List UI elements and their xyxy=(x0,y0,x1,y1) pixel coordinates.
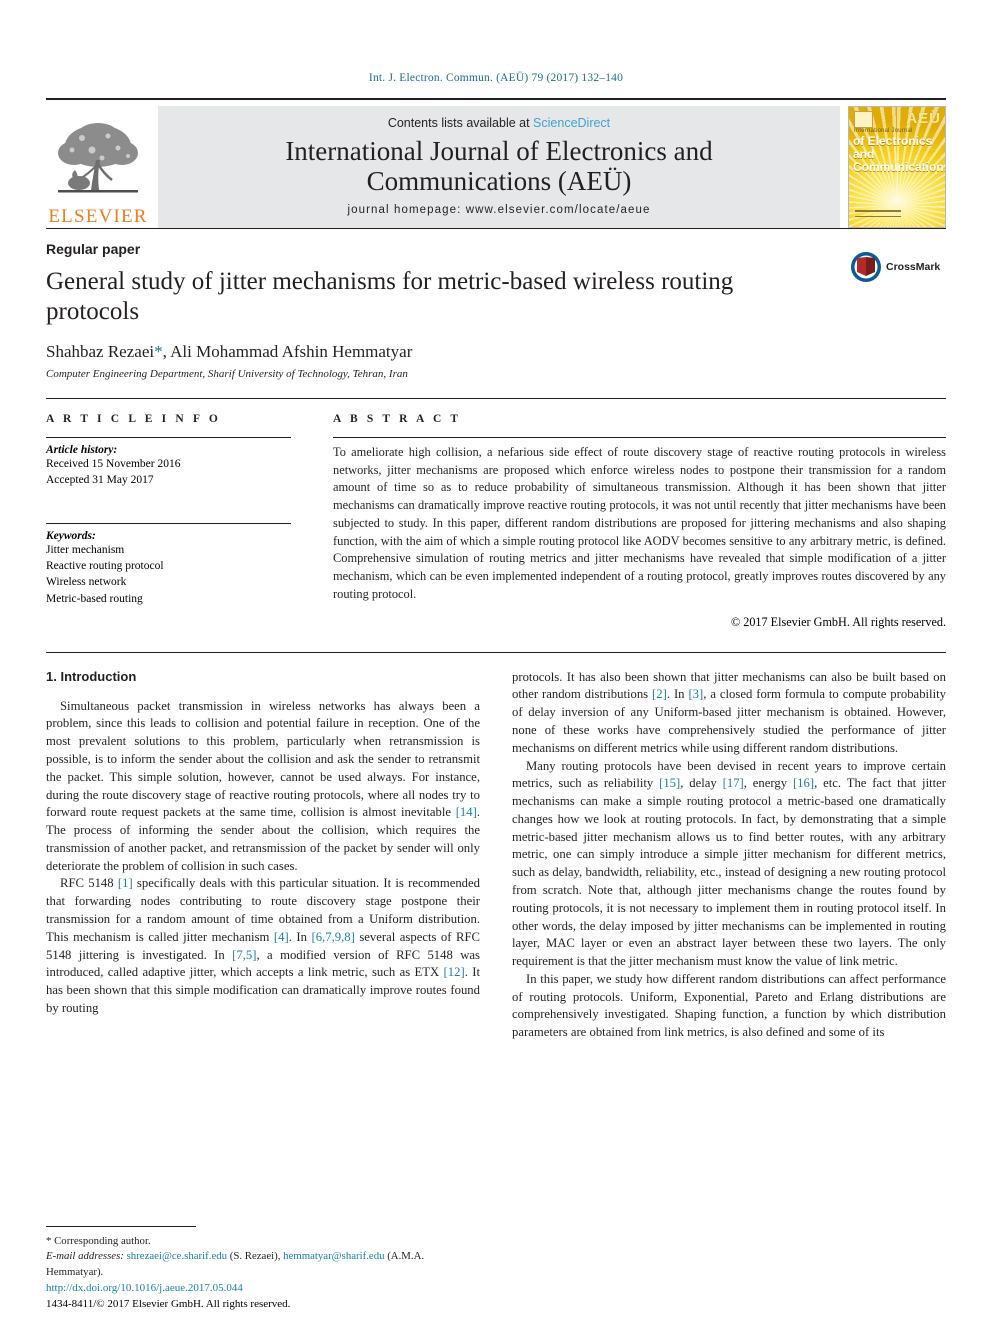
email-label: E-mail addresses: xyxy=(46,1250,124,1263)
cover-footer-lines xyxy=(855,210,901,221)
corresponding-author-marker[interactable]: * xyxy=(154,342,163,361)
body-columns: 1. Introduction Simultaneous packet tran… xyxy=(46,653,946,1042)
email-link-2[interactable]: hemmatyar@sharif.edu xyxy=(283,1250,384,1262)
journal-title-line1: International Journal of Electronics and xyxy=(285,135,713,166)
article-page: Int. J. Electron. Commun. (AEÜ) 79 (2017… xyxy=(0,0,992,1323)
body-paragraph: Simultaneous packet transmission in wire… xyxy=(46,698,480,873)
keyword-item: Wireless network xyxy=(46,576,127,589)
email-link-1[interactable]: shrezaei@ce.sharif.edu xyxy=(127,1250,227,1262)
sciencedirect-link[interactable]: ScienceDirect xyxy=(533,116,610,130)
contents-prefix: Contents lists available at xyxy=(387,115,534,130)
corresponding-author-note: * Corresponding author. xyxy=(46,1235,151,1248)
footnote-divider xyxy=(46,1226,196,1228)
elsevier-logo: ELSEVIER xyxy=(46,106,150,228)
citation-reference[interactable]: [12] xyxy=(444,965,465,979)
crossmark-icon xyxy=(851,252,881,282)
body-paragraph: Many routing protocols have been devised… xyxy=(512,758,947,969)
crossmark-label: CrossMark xyxy=(886,261,941,273)
body-paragraph: RFC 5148 [1] specifically deals with thi… xyxy=(46,876,480,1015)
abstract-heading: A B S T R A C T xyxy=(333,413,462,425)
journal-title-line2: Communications (AEÜ) xyxy=(366,166,632,196)
journal-homepage-link[interactable]: journal homepage: www.elsevier.com/locat… xyxy=(347,204,650,216)
body-paragraph: protocols. It has also been shown that j… xyxy=(512,669,946,755)
page-title: General study of jitter mechanisms for m… xyxy=(46,268,734,325)
article-info-rule xyxy=(46,437,291,438)
elsevier-wordmark: ELSEVIER xyxy=(48,206,148,227)
email-name-1: (S. Rezaei), xyxy=(227,1250,284,1263)
cover-name-line1: of Electronics and xyxy=(853,134,933,161)
cover-publisher-mark xyxy=(854,111,873,128)
doi-link[interactable]: http://dx.doi.org/10.1016/j.aeue.2017.05… xyxy=(46,1281,290,1297)
contents-available-line: Contents lists available at ScienceDirec… xyxy=(388,116,610,130)
keyword-item: Reactive routing protocol xyxy=(46,559,164,572)
info-abstract-area: A R T I C L E I N F O Article history: R… xyxy=(46,399,946,630)
cover-journal-name: of Electronics and Communications xyxy=(853,134,946,174)
citation-reference[interactable]: [17] xyxy=(723,776,744,790)
email-note: E-mail addresses: shrezaei@ce.sharif.edu… xyxy=(46,1249,460,1280)
abstract-column: A B S T R A C T To ameliorate high colli… xyxy=(333,413,946,630)
article-info-heading: A R T I C L E I N F O xyxy=(46,413,221,425)
cover-name-line2: Communications xyxy=(853,159,946,174)
running-head: Int. J. Electron. Commun. (AEÜ) 79 (2017… xyxy=(368,72,624,84)
journal-masthead: ELSEVIER Contents lists available at Sci… xyxy=(46,98,946,228)
keyword-item: Metric-based routing xyxy=(46,592,143,605)
abstract-text: To ameliorate high collision, a nefariou… xyxy=(333,445,946,601)
author-list: Shahbaz Rezaei*, Ali Mohammad Afshin Hem… xyxy=(46,342,946,362)
masthead-center: Contents lists available at ScienceDirec… xyxy=(158,106,840,228)
doi-footer: http://dx.doi.org/10.1016/j.aeue.2017.05… xyxy=(46,1281,290,1313)
citation-reference[interactable]: [7,5] xyxy=(232,948,256,962)
section-heading-introduction: 1. Introduction xyxy=(46,668,137,684)
article-info-column: A R T I C L E I N F O Article history: R… xyxy=(46,413,291,630)
abstract-copyright: © 2017 Elsevier GmbH. All rights reserve… xyxy=(730,614,946,629)
footnote-area: * Corresponding author. E-mail addresses… xyxy=(46,1226,460,1280)
affiliation: Computer Engineering Department, Sharif … xyxy=(46,368,408,380)
cover-aeu-logo: AEÜ xyxy=(906,110,941,127)
citation-reference[interactable]: [14] xyxy=(456,805,477,819)
author-rest: , Ali Mohammad Afshin Hemmatyar xyxy=(162,342,413,361)
elsevier-tree-icon xyxy=(58,123,138,193)
citation-reference[interactable]: [2] xyxy=(652,687,667,701)
body-paragraph: In this paper, we study how different ra… xyxy=(512,971,946,1040)
article-history-label: Article history: xyxy=(46,444,118,456)
citation-reference[interactable]: [15] xyxy=(659,776,680,790)
journal-cover-thumbnail[interactable]: AEÜ International Journal of Electronics… xyxy=(848,106,946,228)
citation-reference[interactable]: [3] xyxy=(688,687,703,701)
keywords-label: Keywords: xyxy=(46,529,96,542)
issn-copyright-line: 1434-8411/© 2017 Elsevier GmbH. All righ… xyxy=(46,1298,291,1311)
crossmark-badge[interactable]: CrossMark xyxy=(850,251,946,283)
journal-title: International Journal of Electronics and… xyxy=(285,136,712,196)
title-block: Regular paper General study of jitter me… xyxy=(46,229,946,380)
accepted-date: Accepted 31 May 2017 xyxy=(46,474,154,487)
abstract-rule xyxy=(333,437,946,438)
received-date: Received 15 November 2016 xyxy=(46,458,181,470)
citation-reference[interactable]: [16] xyxy=(793,776,814,790)
citation-reference[interactable]: [6,7,9,8] xyxy=(311,930,354,944)
keyword-item: Jitter mechanism xyxy=(46,543,125,556)
body-column-right: protocols. It has also been shown that j… xyxy=(512,669,946,1042)
author-first: Shahbaz Rezaei xyxy=(46,342,155,361)
citation-reference[interactable]: [4] xyxy=(274,930,289,944)
body-column-left: 1. Introduction Simultaneous packet tran… xyxy=(46,669,480,1042)
citation-reference[interactable]: [1] xyxy=(118,876,133,890)
keywords-rule xyxy=(46,522,291,524)
paper-type-label: Regular paper xyxy=(46,241,141,257)
